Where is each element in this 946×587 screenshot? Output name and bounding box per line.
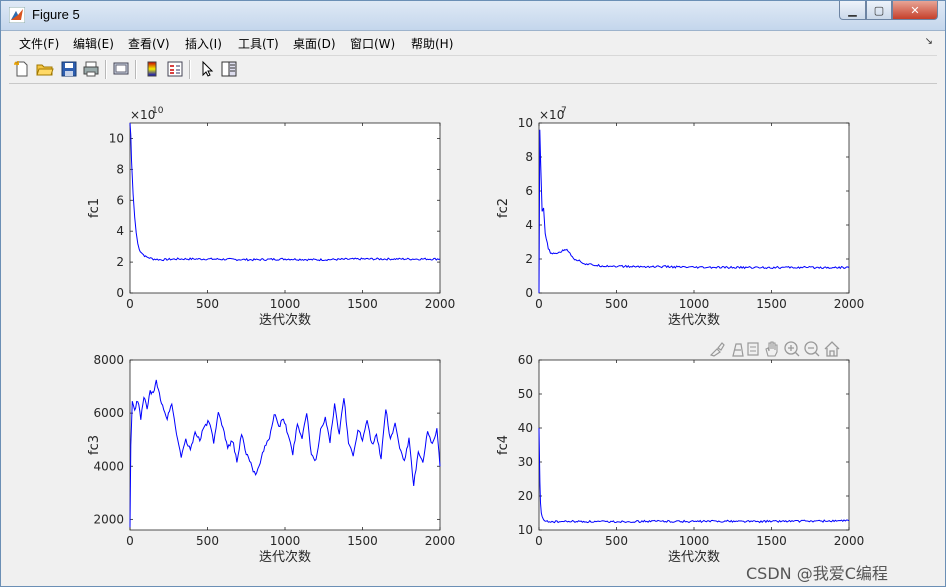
- menu-bar: 文件(F) 编辑(E) 查看(V) 插入(I) 工具(T) 桌面(D) 窗口(W…: [9, 31, 937, 56]
- x-tick-label: 1500: [756, 534, 787, 548]
- x-tick-label: 1000: [679, 297, 710, 311]
- colorbar-icon[interactable]: [143, 60, 161, 78]
- menu-dock-arrow-icon[interactable]: ↘: [925, 36, 933, 47]
- property-editor-icon[interactable]: [220, 60, 238, 78]
- x-tick-label: 2000: [425, 534, 456, 548]
- close-button[interactable]: ✕: [892, 1, 938, 20]
- minimize-button[interactable]: ▁: [839, 1, 866, 20]
- y-tick-label: 20: [518, 489, 533, 503]
- y-tick-label: 0: [525, 286, 533, 300]
- y-tick-label: 4000: [93, 459, 124, 473]
- y-tick-label: 4: [525, 218, 533, 232]
- y-tick-label: 6: [116, 193, 124, 207]
- x-tick-label: 500: [196, 297, 219, 311]
- y-tick-label: 8: [116, 162, 124, 176]
- toolbar-separator: [189, 60, 191, 79]
- y-tick-label: 60: [518, 353, 533, 367]
- x-tick-label: 1000: [270, 534, 301, 548]
- x-tick-label: 1000: [679, 534, 710, 548]
- x-tick-label: 0: [126, 534, 134, 548]
- maximize-button[interactable]: ▢: [866, 1, 892, 20]
- menu-tools[interactable]: 工具(T): [238, 35, 279, 52]
- x-tick-label: 0: [535, 534, 543, 548]
- y-tick-label: 8000: [93, 353, 124, 367]
- close-icon: ✕: [910, 3, 920, 17]
- menu-view[interactable]: 查看(V): [128, 35, 170, 52]
- brush-icon[interactable]: [709, 342, 725, 357]
- axis-exponent-power: 7: [561, 106, 567, 116]
- title-bar[interactable]: Figure 5 ▁ ▢ ✕: [1, 1, 945, 31]
- y-axis-label: fc1: [87, 198, 102, 218]
- axes-4: [538, 359, 850, 531]
- y-tick-label: 40: [518, 421, 533, 435]
- menu-help[interactable]: 帮助(H): [411, 35, 453, 52]
- x-tick-label: 1500: [756, 297, 787, 311]
- x-tick-label: 500: [605, 297, 628, 311]
- y-tick-label: 8: [525, 150, 533, 164]
- open-file-icon[interactable]: [36, 60, 54, 78]
- toolbar: [9, 56, 937, 84]
- y-axis-label: fc3: [87, 435, 102, 455]
- axes-toolbar: [709, 340, 849, 358]
- figure-canvas: 0 500 1000 1500 20000246810迭代次数fc1×10100 500 1…: [9, 84, 939, 586]
- zoom-in-icon[interactable]: [784, 341, 800, 357]
- maximize-icon: ▢: [873, 3, 885, 17]
- y-axis-label: fc2: [496, 198, 511, 218]
- y-tick-label: 10: [518, 523, 533, 537]
- x-tick-label: 1000: [270, 297, 301, 311]
- y-tick-label: 4: [116, 224, 124, 238]
- x-tick-label: 0: [126, 297, 134, 311]
- axes-toolbar-icons: [709, 341, 840, 357]
- y-tick-label: 6000: [93, 406, 124, 420]
- y-tick-label: 50: [518, 387, 533, 401]
- menu-edit[interactable]: 编辑(E): [73, 35, 114, 52]
- minimize-icon: ▁: [848, 3, 857, 17]
- watermark: CSDN @我爱C编程: [746, 564, 888, 583]
- x-tick-label: 500: [196, 534, 219, 548]
- x-tick-label: 2000: [425, 297, 456, 311]
- zoom-out-icon[interactable]: [804, 341, 820, 357]
- data-cursor-icon[interactable]: [732, 343, 744, 357]
- y-tick-label: 10: [518, 116, 533, 130]
- y-tick-label: 10: [109, 131, 124, 145]
- x-tick-label: 2000: [834, 534, 865, 548]
- x-tick-label: 2000: [834, 297, 865, 311]
- x-tick-label: 0: [535, 297, 543, 311]
- x-axis-label: 迭代次数: [668, 549, 720, 565]
- x-tick-label: 1500: [347, 297, 378, 311]
- menu-desktop[interactable]: 桌面(D): [293, 35, 336, 52]
- y-tick-label: 2000: [93, 512, 124, 526]
- home-icon[interactable]: [824, 341, 840, 357]
- y-tick-label: 0: [116, 286, 124, 300]
- y-tick-label: 6: [525, 184, 533, 198]
- menu-window[interactable]: 窗口(W): [350, 35, 395, 52]
- axis-exponent-power: 10: [152, 106, 164, 116]
- x-axis-label: 迭代次数: [259, 312, 311, 328]
- y-tick-label: 2: [525, 252, 533, 266]
- print-preview-icon[interactable]: [112, 60, 130, 78]
- toolbar-separator: [105, 60, 107, 79]
- link-icon[interactable]: [747, 342, 759, 356]
- legend-icon[interactable]: [166, 60, 184, 78]
- y-axis-label: fc4: [496, 435, 511, 455]
- y-tick-label: 2: [116, 255, 124, 269]
- pan-hand-icon[interactable]: [765, 341, 778, 357]
- select-arrow-icon[interactable]: [198, 60, 216, 78]
- print-icon[interactable]: [82, 60, 100, 78]
- figure-window: Figure 5 ▁ ▢ ✕ 文件(F) 编辑(E) 查看(V) 插入(I) 工…: [0, 0, 946, 587]
- x-axis-label: 迭代次数: [259, 549, 311, 565]
- save-icon[interactable]: [60, 60, 78, 78]
- x-tick-label: 500: [605, 534, 628, 548]
- x-axis-label: 迭代次数: [668, 312, 720, 328]
- menu-file[interactable]: 文件(F): [19, 35, 59, 52]
- window-title: Figure 5: [32, 7, 80, 22]
- y-tick-label: 30: [518, 455, 533, 469]
- menu-insert[interactable]: 插入(I): [185, 35, 222, 52]
- axes-3: [129, 359, 441, 531]
- new-figure-icon[interactable]: [13, 60, 31, 78]
- matlab-icon: [9, 7, 25, 23]
- axes-1: [129, 122, 441, 294]
- toolbar-separator: [135, 60, 137, 79]
- x-tick-label: 1500: [347, 534, 378, 548]
